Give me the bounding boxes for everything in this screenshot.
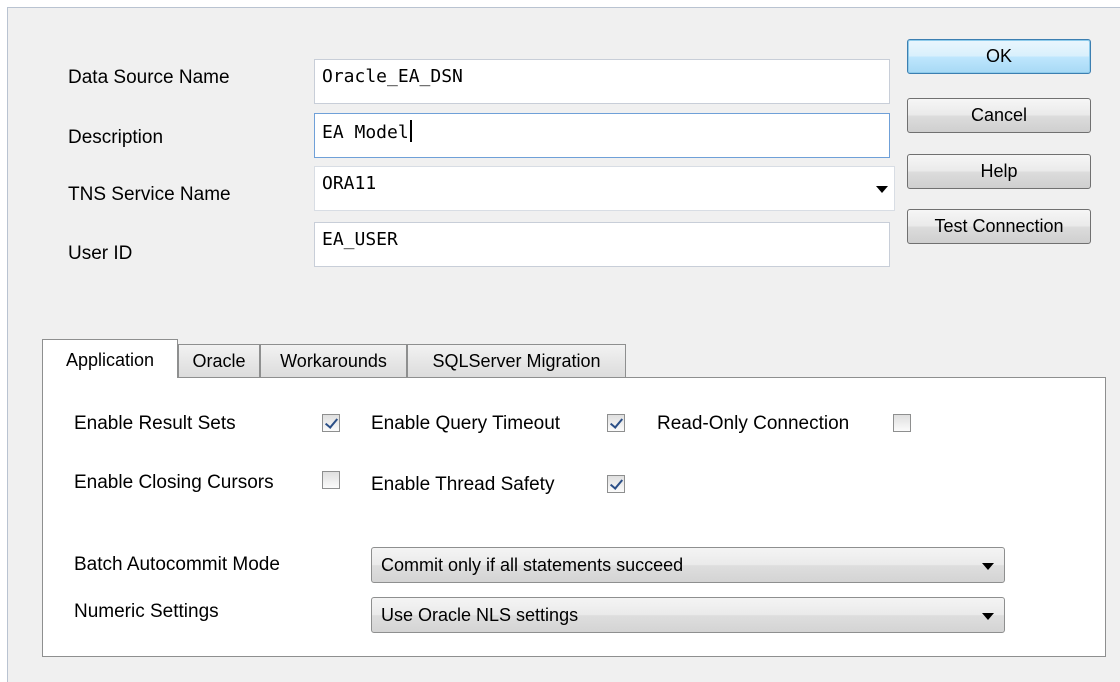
- tns-service-name-label: TNS Service Name: [68, 184, 231, 205]
- batch-autocommit-mode-value: Commit only if all statements succeed: [381, 555, 684, 575]
- chevron-down-icon[interactable]: [982, 613, 994, 620]
- numeric-settings-value: Use Oracle NLS settings: [381, 605, 579, 625]
- cancel-button[interactable]: Cancel: [907, 98, 1091, 133]
- tab-sqlserver-migration[interactable]: SQLServer Migration: [407, 344, 626, 377]
- data-source-name-input[interactable]: Oracle_EA_DSN: [314, 59, 890, 104]
- text-caret: [409, 120, 412, 142]
- enable-result-sets-checkbox[interactable]: [322, 414, 340, 432]
- application-tab-panel: Enable Result Sets Enable Query Timeout …: [42, 377, 1106, 657]
- user-id-label: User ID: [68, 243, 133, 264]
- chevron-down-icon[interactable]: [876, 186, 888, 193]
- numeric-settings-select[interactable]: Use Oracle NLS settings: [371, 597, 1005, 633]
- chevron-down-icon[interactable]: [982, 563, 994, 570]
- description-value: EA Model: [322, 122, 409, 143]
- tab-application[interactable]: Application: [42, 339, 178, 378]
- ok-button[interactable]: OK: [907, 39, 1091, 74]
- user-id-input[interactable]: EA_USER: [314, 222, 890, 267]
- tab-oracle[interactable]: Oracle: [178, 344, 260, 377]
- help-button[interactable]: Help: [907, 154, 1091, 189]
- enable-thread-safety-checkbox[interactable]: [607, 475, 625, 493]
- test-connection-button[interactable]: Test Connection: [907, 209, 1091, 244]
- tab-workarounds[interactable]: Workarounds: [260, 344, 407, 377]
- read-only-connection-label: Read-Only Connection: [657, 413, 850, 434]
- description-label: Description: [68, 127, 164, 148]
- enable-query-timeout-checkbox[interactable]: [607, 414, 625, 432]
- enable-result-sets-label: Enable Result Sets: [74, 413, 236, 434]
- enable-closing-cursors-checkbox[interactable]: [322, 471, 340, 489]
- enable-query-timeout-label: Enable Query Timeout: [371, 413, 561, 434]
- tns-service-name-select[interactable]: ORA11: [314, 166, 895, 211]
- odbc-dialog: Data Source Name Oracle_EA_DSN Descripti…: [7, 7, 1120, 682]
- numeric-settings-label: Numeric Settings: [74, 601, 219, 622]
- batch-autocommit-mode-select[interactable]: Commit only if all statements succeed: [371, 547, 1005, 583]
- data-source-name-label: Data Source Name: [68, 67, 230, 88]
- read-only-connection-checkbox[interactable]: [893, 414, 911, 432]
- tns-service-name-value: ORA11: [322, 173, 377, 194]
- batch-autocommit-mode-label: Batch Autocommit Mode: [74, 554, 280, 575]
- description-input[interactable]: EA Model: [314, 113, 890, 158]
- enable-thread-safety-label: Enable Thread Safety: [371, 474, 555, 495]
- enable-closing-cursors-label: Enable Closing Cursors: [74, 472, 274, 493]
